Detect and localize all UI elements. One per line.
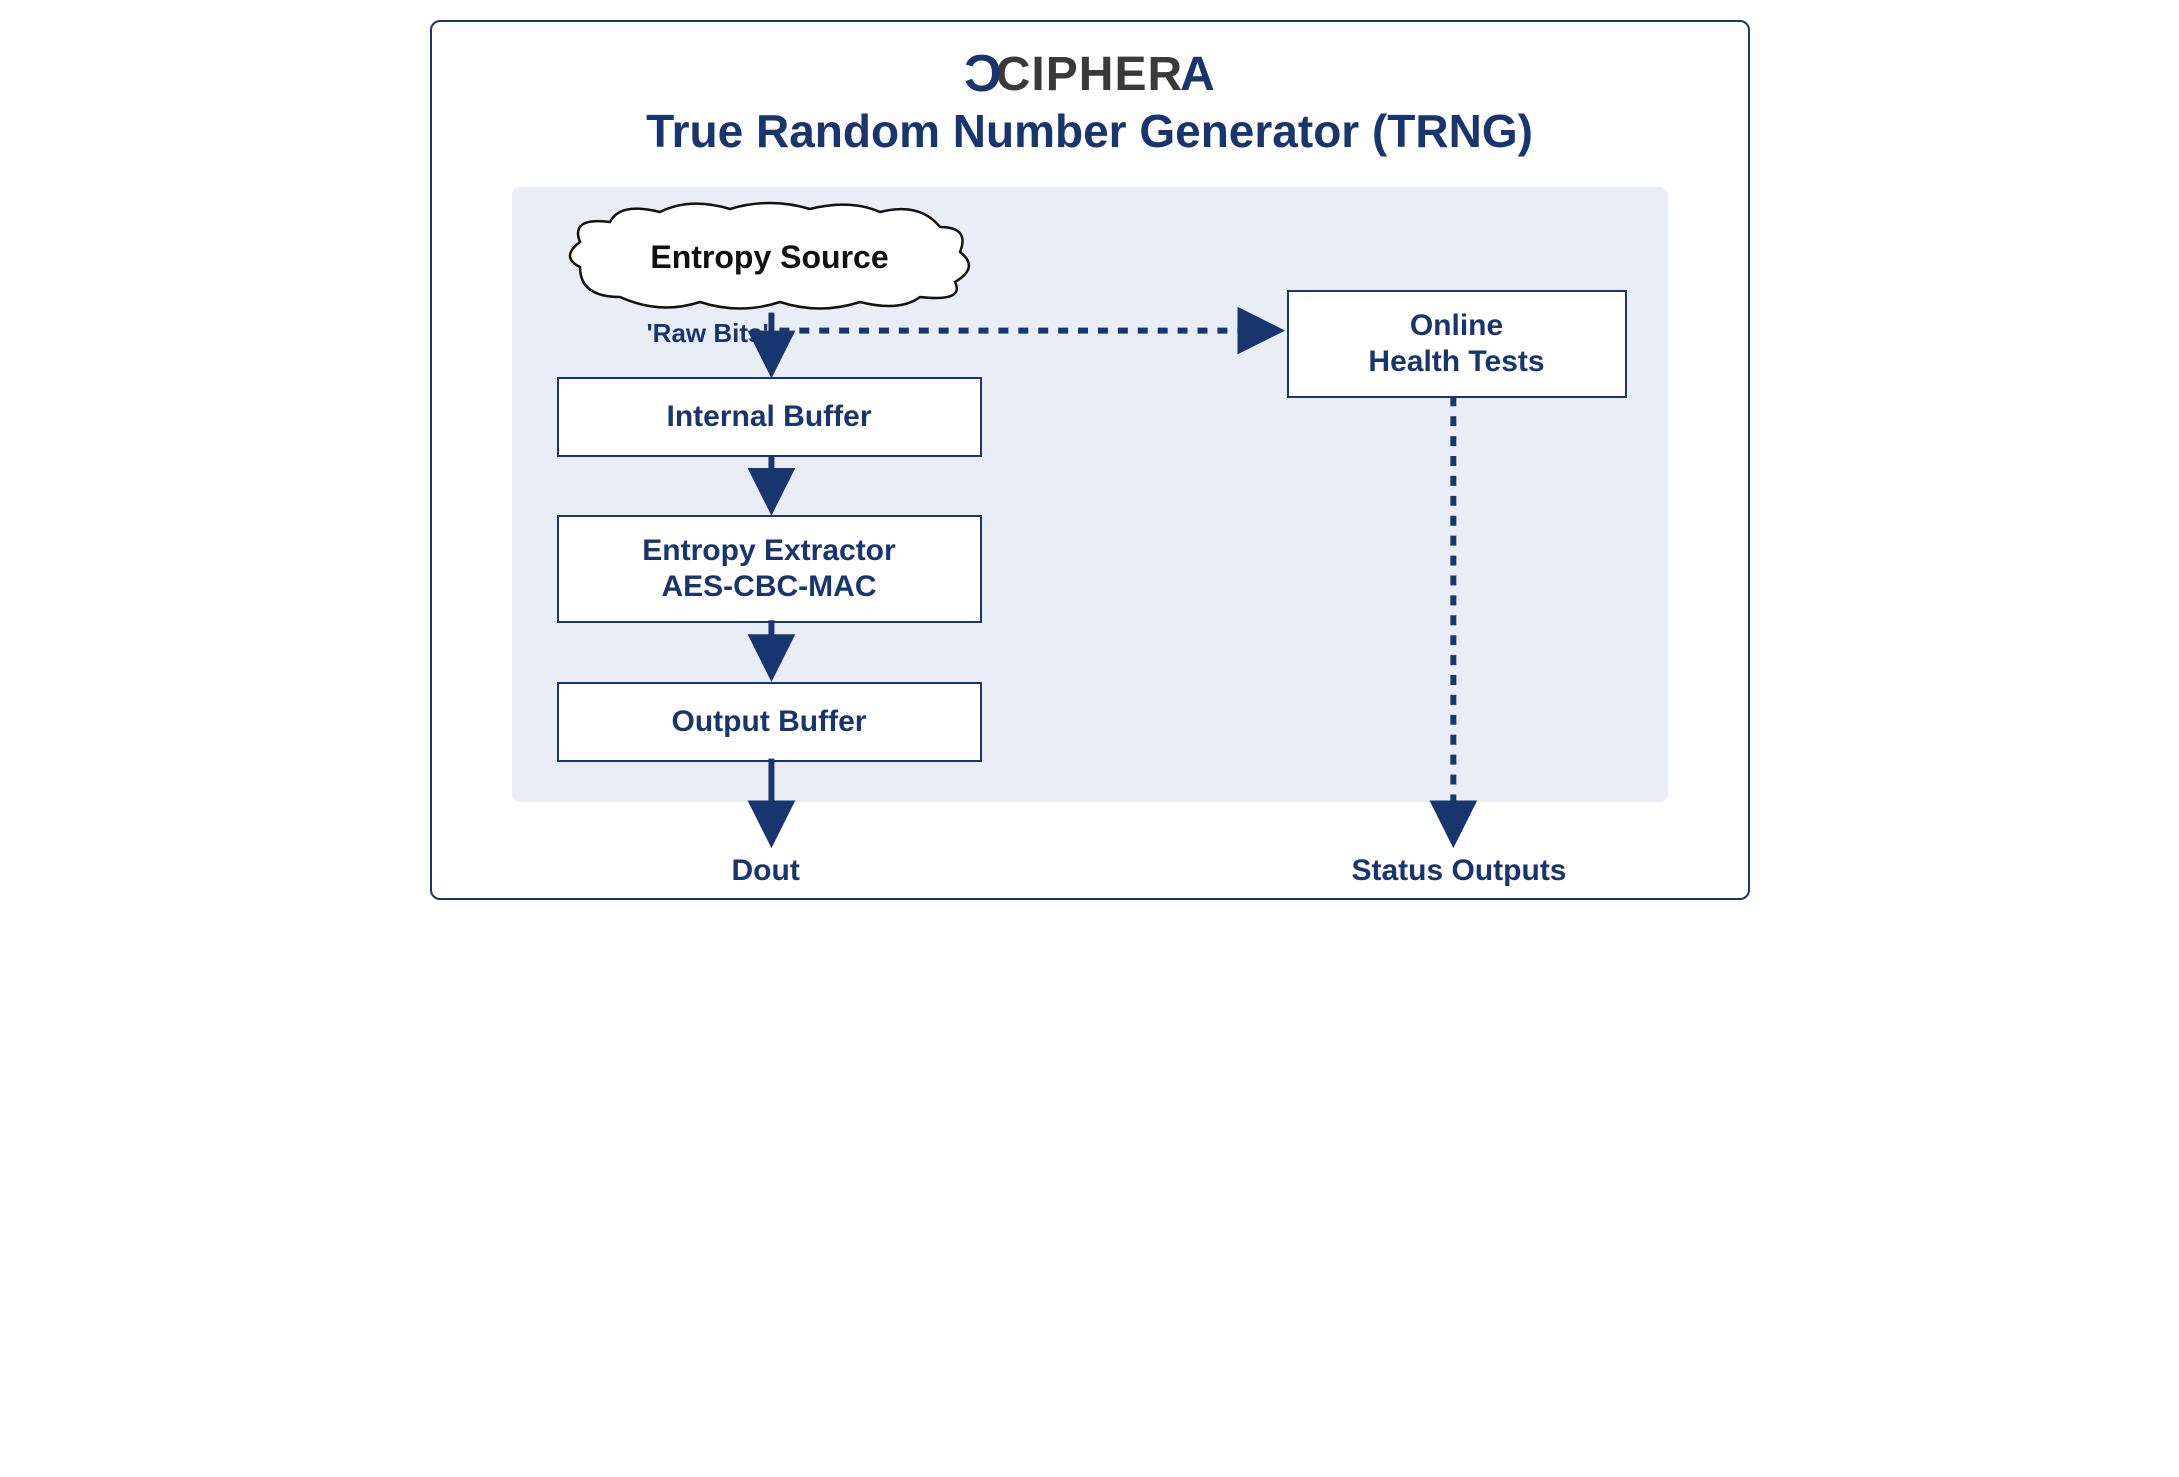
health-tests-node: Online Health Tests bbox=[1287, 290, 1627, 398]
internal-buffer-node: Internal Buffer bbox=[557, 377, 982, 457]
health-tests-label-1: Online bbox=[1410, 308, 1503, 344]
diagram-title: True Random Number Generator (TRNG) bbox=[432, 104, 1748, 158]
output-buffer-label: Output Buffer bbox=[672, 704, 867, 740]
dout-label: Dout bbox=[732, 854, 800, 888]
logo-cipher-text: CIPHER bbox=[996, 47, 1183, 102]
entropy-source-node: Entropy Source bbox=[560, 197, 980, 317]
diagram-frame: C CIPHER A True Random Number Generator … bbox=[430, 20, 1750, 900]
entropy-extractor-label-2: AES-CBC-MAC bbox=[662, 569, 877, 605]
entropy-source-label: Entropy Source bbox=[560, 197, 980, 317]
logo: C CIPHER A bbox=[432, 44, 1748, 104]
output-buffer-node: Output Buffer bbox=[557, 682, 982, 762]
entropy-extractor-label-1: Entropy Extractor bbox=[642, 533, 895, 569]
internal-buffer-label: Internal Buffer bbox=[666, 399, 871, 435]
logo-a-letter: A bbox=[1180, 47, 1216, 102]
status-outputs-label: Status Outputs bbox=[1352, 854, 1567, 888]
entropy-extractor-node: Entropy Extractor AES-CBC-MAC bbox=[557, 515, 982, 623]
health-tests-label-2: Health Tests bbox=[1368, 344, 1544, 380]
logo-x-letter: C bbox=[963, 44, 1002, 104]
raw-bits-label: 'Raw Bits' bbox=[647, 318, 769, 349]
